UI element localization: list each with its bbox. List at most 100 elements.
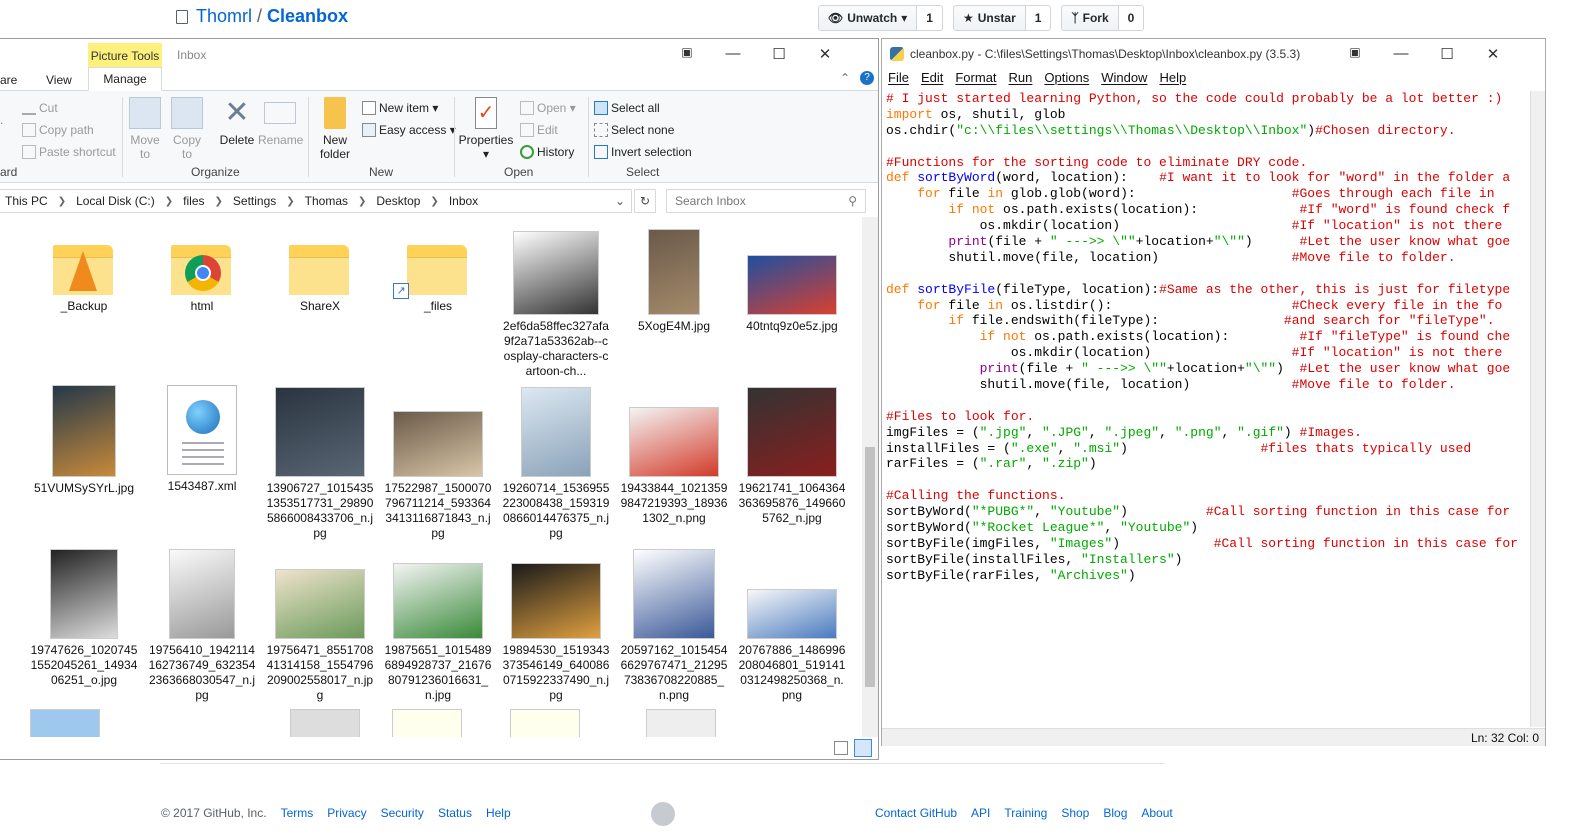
- footer-link-shop[interactable]: Shop: [1061, 806, 1089, 820]
- close-button[interactable]: ✕: [1470, 45, 1516, 63]
- open-button[interactable]: Open ▾: [520, 101, 576, 115]
- footer-link-contact[interactable]: Contact GitHub: [875, 806, 957, 820]
- footer-link-privacy[interactable]: Privacy: [327, 806, 366, 820]
- menu-window[interactable]: Window: [1101, 70, 1147, 85]
- file-item[interactable]: 51VUMSySYrL.jpg: [30, 385, 138, 496]
- large-icons-view-icon[interactable]: [854, 739, 872, 757]
- file-item[interactable]: 19747626_10207451552045261_1493406251_o.…: [30, 547, 138, 688]
- file-item-partial[interactable]: [30, 709, 100, 739]
- editor-scrollbar[interactable]: [1530, 91, 1545, 727]
- file-item[interactable]: 19756471_855170841314158_155479620900255…: [266, 547, 374, 703]
- breadcrumb-this-pc[interactable]: This PC: [5, 194, 48, 208]
- breadcrumb-files[interactable]: files: [183, 194, 204, 208]
- footer-link-api[interactable]: API: [971, 806, 990, 820]
- copy-path-button[interactable]: Copy path: [22, 123, 94, 137]
- file-item-partial[interactable]: [646, 709, 716, 739]
- file-item[interactable]: ↗ _files: [384, 223, 492, 314]
- delete-button[interactable]: ✕ Delete: [218, 97, 256, 148]
- footer-link-security[interactable]: Security: [381, 806, 424, 820]
- star-count[interactable]: 1: [1025, 6, 1051, 30]
- history-button[interactable]: History: [520, 145, 574, 159]
- search-box[interactable]: Search Inbox ⚲: [666, 189, 866, 213]
- paste-shortcut-button[interactable]: Paste shortcut: [22, 145, 116, 159]
- star-button[interactable]: ★ Unstar: [953, 6, 1026, 30]
- file-item-partial[interactable]: [392, 709, 462, 739]
- file-view-scrollbar[interactable]: [862, 217, 878, 737]
- file-item-partial[interactable]: [290, 709, 360, 739]
- github-mark-icon[interactable]: [651, 802, 675, 826]
- file-item[interactable]: ShareX: [266, 223, 374, 314]
- menu-options[interactable]: Options: [1044, 70, 1089, 85]
- breadcrumb-desktop[interactable]: Desktop: [376, 194, 420, 208]
- watch-button[interactable]: 👁 Unwatch ▾: [819, 6, 918, 30]
- file-item[interactable]: 13906727_10154351353517731_2989058660084…: [266, 385, 374, 541]
- invert-selection-button[interactable]: Invert selection: [594, 145, 692, 159]
- select-none-button[interactable]: Select none: [594, 123, 674, 137]
- footer-link-terms[interactable]: Terms: [281, 806, 314, 820]
- file-item[interactable]: 19260714_1536955223008438_15931908660144…: [502, 385, 610, 541]
- breadcrumb-inbox[interactable]: Inbox: [449, 194, 478, 208]
- fork-button[interactable]: ᛉ Fork: [1062, 6, 1119, 30]
- address-dropdown-icon[interactable]: ⌄: [615, 194, 625, 208]
- help-icon[interactable]: ?: [860, 71, 874, 85]
- minimize-button[interactable]: —: [1378, 45, 1424, 63]
- repo-owner-link[interactable]: Thomrl: [196, 6, 252, 27]
- file-item[interactable]: 20767886_1486996208046801_51914103124982…: [738, 547, 846, 703]
- file-item[interactable]: _Backup: [30, 223, 138, 314]
- file-item[interactable]: 19894530_1519343373546149_64008607159223…: [502, 547, 610, 703]
- file-item[interactable]: 2ef6da58ffec327afa9f2a71a53362ab--cospla…: [502, 223, 610, 379]
- properties-button[interactable]: ✓ Properties ▾: [458, 97, 514, 161]
- cut-button[interactable]: Cut: [22, 101, 58, 115]
- file-item[interactable]: 40tntq9z0e5z.jpg: [738, 223, 846, 334]
- tab-view[interactable]: View: [46, 73, 72, 87]
- tab-manage[interactable]: Manage: [88, 67, 162, 91]
- scrollbar-thumb[interactable]: [865, 447, 875, 687]
- file-item[interactable]: 19621741_1064364363695876_1496605762_n.j…: [738, 385, 846, 526]
- code-text-area[interactable]: # I just started learning Python, so the…: [886, 91, 1528, 729]
- breadcrumb-local-disk[interactable]: Local Disk (C:): [76, 194, 155, 208]
- file-item[interactable]: 19756410_1942114162736749_63235423636680…: [148, 547, 256, 703]
- repo-name-link[interactable]: Cleanbox: [267, 6, 348, 27]
- easy-access-button[interactable]: Easy access ▾: [362, 123, 456, 137]
- menu-help[interactable]: Help: [1159, 70, 1186, 85]
- file-item[interactable]: 20597162_10154546629767471_2129573836708…: [620, 547, 728, 703]
- breadcrumb-thomas[interactable]: Thomas: [305, 194, 348, 208]
- watch-count[interactable]: 1: [917, 6, 942, 30]
- close-button[interactable]: ✕: [802, 45, 848, 63]
- menu-run[interactable]: Run: [1009, 70, 1033, 85]
- file-item[interactable]: 17522987_1500070796711214_59336434131168…: [384, 385, 492, 541]
- fork-count[interactable]: 0: [1118, 6, 1144, 30]
- footer-link-status[interactable]: Status: [438, 806, 472, 820]
- footer-link-blog[interactable]: Blog: [1103, 806, 1127, 820]
- tablet-mode-icon[interactable]: ▣: [1332, 45, 1378, 63]
- refresh-button[interactable]: ↻: [634, 189, 656, 213]
- new-folder-button[interactable]: New folder: [314, 97, 356, 161]
- tab-share[interactable]: are: [0, 73, 17, 87]
- tablet-mode-icon[interactable]: ▣: [664, 45, 710, 63]
- file-item[interactable]: 19875651_10154896894928737_2167680791236…: [384, 547, 492, 703]
- footer-link-training[interactable]: Training: [1004, 806, 1047, 820]
- file-item-partial[interactable]: [510, 709, 580, 739]
- menu-file[interactable]: File: [888, 70, 909, 85]
- move-to-button[interactable]: Move to: [128, 97, 162, 161]
- edit-button[interactable]: Edit: [520, 123, 558, 137]
- footer-link-help[interactable]: Help: [486, 806, 511, 820]
- details-view-icon[interactable]: [834, 741, 848, 755]
- address-bar[interactable]: This PC ❯ Local Disk (C:) ❯ files ❯ Setting…: [0, 189, 632, 213]
- menu-format[interactable]: Format: [955, 70, 996, 85]
- file-item[interactable]: html: [148, 223, 256, 314]
- file-item[interactable]: 1543487.xml: [148, 385, 256, 494]
- footer-link-about[interactable]: About: [1141, 806, 1172, 820]
- rename-button[interactable]: Rename: [258, 97, 303, 147]
- copy-to-button[interactable]: Copy to: [170, 97, 204, 161]
- minimize-button[interactable]: —: [710, 45, 756, 63]
- new-item-button[interactable]: New item ▾: [362, 101, 438, 115]
- breadcrumb-settings[interactable]: Settings: [233, 194, 276, 208]
- maximize-button[interactable]: ☐: [756, 45, 802, 63]
- file-item[interactable]: 5XogE4M.jpg: [620, 223, 728, 334]
- maximize-button[interactable]: ☐: [1424, 45, 1470, 63]
- file-item[interactable]: 19433844_10213599847219393_189361302_n.p…: [620, 385, 728, 526]
- ribbon-collapse-icon[interactable]: ⌃: [840, 71, 850, 85]
- select-all-button[interactable]: Select all: [594, 101, 660, 115]
- menu-edit[interactable]: Edit: [921, 70, 943, 85]
